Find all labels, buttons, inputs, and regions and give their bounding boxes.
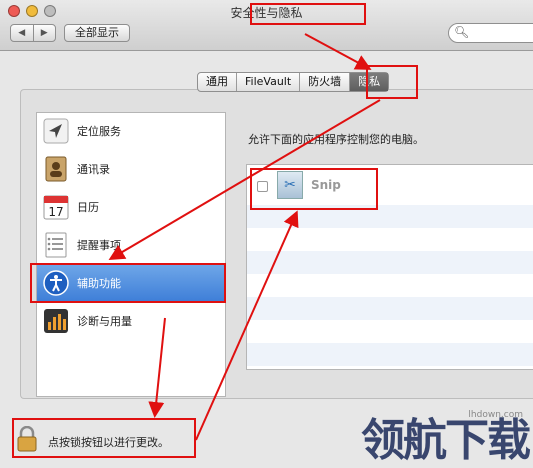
sidebar-item-label: 提醒事项 [77,239,121,252]
annotation-box-accessibility [30,263,226,303]
forward-button[interactable]: ▶ [32,25,56,41]
apps-description: 允许下面的应用程序控制您的电脑。 [248,133,424,146]
list-item-empty [247,320,533,343]
calendar-icon: 17 [43,194,69,220]
sidebar-item-label: 诊断与用量 [77,315,132,328]
sidebar-item-location[interactable]: 定位服务 [37,113,225,149]
list-item-empty [247,343,533,366]
sidebar-item-diagnostics[interactable]: 诊断与用量 [37,303,225,339]
sidebar-item-label: 通讯录 [77,163,110,176]
show-all-button[interactable]: 全部显示 [64,24,130,42]
list-item-empty [247,297,533,320]
tab-general[interactable]: 通用 [198,73,236,91]
nav-back-forward: ◀ ▶ [10,24,56,42]
list-item-empty [247,251,533,274]
list-item-empty [247,228,533,251]
location-icon [43,118,69,144]
tab-firewall[interactable]: 防火墙 [299,73,349,91]
search-input[interactable]: 🔍︎ [448,23,533,43]
search-icon: 🔍︎ [454,25,470,39]
annotation-box-snip [250,168,378,210]
tab-filevault[interactable]: FileVault [236,73,299,91]
tab-bar: 通用 FileVault 防火墙 隐私 [197,72,390,92]
sidebar-item-calendar[interactable]: 17 日历 [37,189,225,225]
contacts-icon [43,156,69,182]
list-item-empty [247,274,533,297]
watermark-logo: 领航下载 [361,415,531,466]
reminders-icon [43,232,69,258]
diagnostics-icon [43,308,69,334]
sidebar-item-contacts[interactable]: 通讯录 [37,151,225,187]
annotation-box-lock [12,418,196,458]
sidebar-item-label: 定位服务 [77,125,121,138]
privacy-category-list: 定位服务 通讯录 17 日历 提醒事项 辅助功能 诊断与用量 [36,112,226,397]
sidebar-item-label: 日历 [77,201,99,214]
calendar-day: 17 [48,205,63,219]
sidebar-item-reminders[interactable]: 提醒事项 [37,227,225,263]
annotation-box-title [250,3,366,25]
back-button[interactable]: ◀ [11,25,33,41]
annotation-box-privacy-tab [366,65,418,99]
